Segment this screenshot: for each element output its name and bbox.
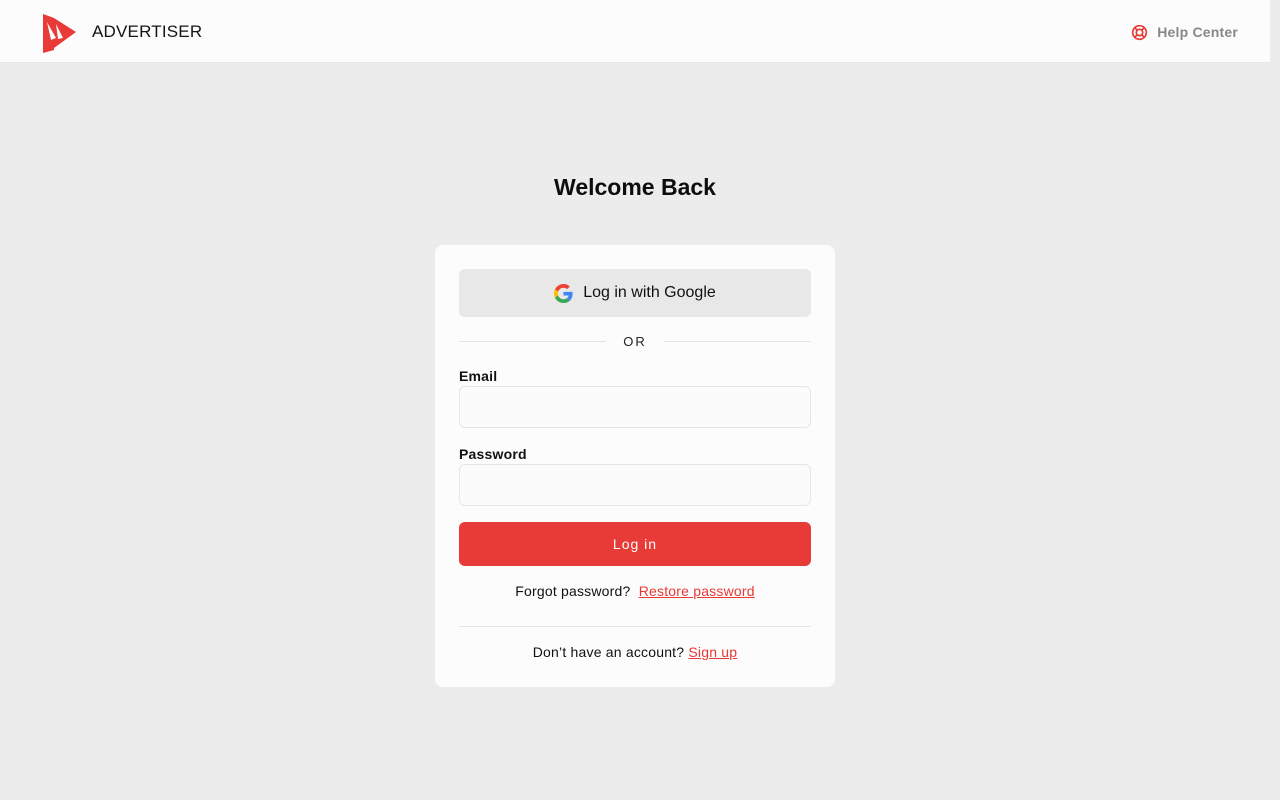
- page-scrollbar[interactable]: [1270, 0, 1280, 800]
- password-field[interactable]: [459, 464, 811, 506]
- restore-password-link[interactable]: Restore password: [639, 583, 755, 599]
- help-center-link[interactable]: Help Center: [1131, 22, 1238, 42]
- or-divider: OR: [459, 331, 811, 351]
- divider-line-right: [663, 340, 811, 342]
- login-button[interactable]: Log in: [459, 522, 811, 566]
- google-login-label: Log in with Google: [583, 284, 716, 301]
- divider-text: OR: [623, 333, 647, 349]
- divider-line-left: [459, 340, 607, 342]
- top-bar: ADVERTISER Help Center: [0, 0, 1270, 63]
- signup-link[interactable]: Sign up: [688, 644, 737, 660]
- brand-home-link[interactable]: ADVERTISER: [40, 11, 202, 53]
- email-field[interactable]: [459, 386, 811, 428]
- login-page: ADVERTISER Help Center Welcome Back Log …: [0, 0, 1280, 800]
- forgot-password-row: Forgot password? Restore password: [459, 583, 811, 599]
- google-login-button[interactable]: Log in with Google: [459, 269, 811, 317]
- lifebuoy-icon: [1132, 24, 1148, 40]
- brand-name: ADVERTISER: [92, 22, 203, 41]
- card-separator: [459, 626, 811, 627]
- email-label: Email: [459, 368, 498, 384]
- signup-row: Don’t have an account? Sign up: [459, 644, 811, 660]
- play-logo-icon: [43, 13, 76, 53]
- google-icon: [554, 283, 573, 303]
- password-label: Password: [459, 446, 527, 462]
- forgot-password-text: Forgot password?: [515, 583, 631, 599]
- signup-text: Don’t have an account?: [532, 644, 685, 660]
- login-card: Log in with Google OR Email Password Log…: [435, 245, 835, 687]
- help-center-label: Help Center: [1157, 24, 1238, 40]
- page-title: Welcome Back: [554, 174, 716, 200]
